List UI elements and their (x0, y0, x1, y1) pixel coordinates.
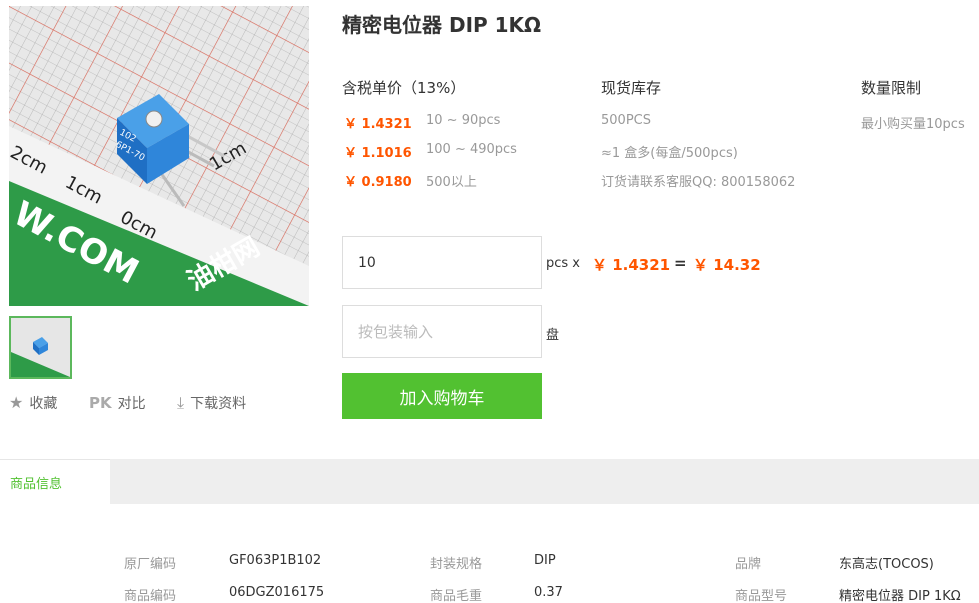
favorite-button[interactable]: ★ 收藏 (9, 393, 57, 413)
tier-range: 100 ~ 490pcs (426, 142, 517, 157)
product-main-image[interactable]: 2cm 1cm 0cm 1cm W.COM 油柑网 102 6P1-70 (9, 6, 309, 306)
tier-price: ￥ 1.1016 (344, 146, 412, 161)
pack-unit: 盘 (546, 328, 560, 343)
spec-value: 精密电位器 DIP 1KΩ (839, 589, 961, 603)
tab-product-info[interactable]: 商品信息 (0, 459, 110, 505)
spec-label: 商品毛重 (430, 589, 483, 603)
limit-header: 数量限制 (861, 79, 922, 97)
spec-label: 品牌 (735, 557, 762, 572)
product-thumbnail[interactable] (9, 316, 72, 379)
total-price: ￥ 14.32 (693, 256, 761, 274)
spec-value: 0.37 (534, 585, 563, 600)
spec-label: 封装规格 (430, 557, 483, 572)
download-icon: ⤓ (177, 393, 185, 412)
spec-value: DIP (534, 553, 556, 568)
tier-range: 500以上 (426, 175, 477, 190)
tier-price: ￥ 1.4321 (344, 117, 412, 132)
equals-sign: = (674, 254, 687, 272)
quantity-value: 10 (358, 254, 376, 271)
pk-icon: PK (89, 394, 112, 412)
info-tab-bar (0, 459, 979, 504)
stock-header: 现货库存 (601, 79, 662, 97)
star-icon: ★ (9, 393, 24, 412)
compare-label: 对比 (117, 396, 146, 412)
unit-price: ￥ 1.4321 (592, 256, 671, 274)
download-button[interactable]: ⤓ 下载资料 (177, 393, 246, 413)
tier-range: 10 ~ 90pcs (426, 113, 501, 128)
tier-price: ￥ 0.9180 (344, 175, 412, 190)
add-to-cart-button[interactable]: 加入购物车 (342, 373, 542, 419)
spec-label: 原厂编码 (124, 557, 177, 572)
spec-value: 06DGZ016175 (229, 585, 325, 600)
quantity-input[interactable]: 10 (342, 236, 542, 289)
compare-button[interactable]: PK 对比 (89, 393, 146, 413)
stock-boxes: ≈1 盒多(每盒/500pcs) (601, 146, 738, 161)
stock-quantity: 500PCS (601, 113, 651, 128)
download-label: 下载资料 (190, 396, 247, 412)
pack-placeholder: 按包装输入 (358, 323, 434, 341)
spec-label: 商品编码 (124, 589, 177, 603)
spec-label: 商品型号 (735, 589, 788, 603)
add-to-cart-label: 加入购物车 (399, 388, 485, 409)
pack-input[interactable]: 按包装输入 (342, 305, 542, 358)
spec-value: 东高志(TOCOS) (839, 557, 934, 572)
price-header: 含税单价（13%） (342, 79, 466, 97)
product-title: 精密电位器 DIP 1KΩ (342, 13, 542, 37)
stock-contact: 订货请联系客服QQ: 800158062 (601, 175, 796, 190)
tab-product-info-label: 商品信息 (10, 477, 63, 492)
favorite-label: 收藏 (29, 396, 58, 412)
quantity-unit: pcs x (546, 256, 580, 271)
spec-value: GF063P1B102 (229, 553, 322, 568)
minimum-order: 最小购买量10pcs (861, 117, 965, 132)
